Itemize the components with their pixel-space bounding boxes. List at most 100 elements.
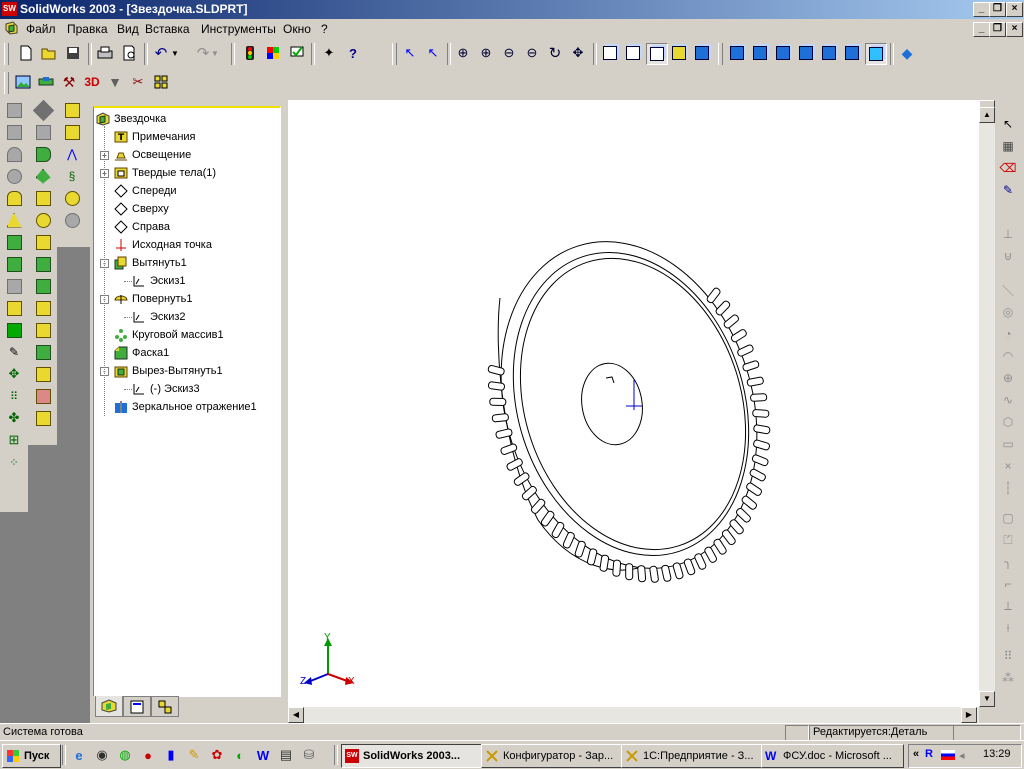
zoom-in-out-icon[interactable]: ⊖: [499, 43, 519, 63]
select-icon[interactable]: ↖: [400, 43, 420, 63]
redo-dropdown-icon[interactable]: ▼: [210, 43, 220, 63]
graphics-viewport[interactable]: Y X Z: [288, 100, 979, 707]
task-solidworks[interactable]: SW SolidWorks 2003...: [341, 744, 482, 768]
task-configurator[interactable]: Конфигуратор - Зар...: [481, 744, 622, 768]
centerpoint-arc-icon[interactable]: ⊕: [998, 368, 1018, 388]
quicklaunch-doc-icon[interactable]: ▤: [276, 745, 296, 765]
eraser-icon[interactable]: ⌫: [998, 158, 1018, 178]
start-button[interactable]: Пуск: [2, 744, 61, 768]
rib-icon[interactable]: [4, 254, 24, 274]
rectangle-icon[interactable]: ◎: [998, 302, 1018, 322]
quicklaunch-drive-icon[interactable]: ⛁: [299, 745, 319, 765]
bottom-view-icon[interactable]: [842, 43, 862, 63]
print-icon[interactable]: [95, 43, 115, 63]
normal-to-icon[interactable]: ◆: [897, 43, 917, 63]
scroll-right-icon[interactable]: ▶: [961, 707, 977, 723]
close-icon[interactable]: ×: [1006, 2, 1023, 17]
grid-icon[interactable]: ▦: [998, 136, 1018, 156]
zoom-fit-icon[interactable]: ⊕: [453, 43, 473, 63]
fold-icon[interactable]: [62, 188, 82, 208]
options-icon[interactable]: [287, 43, 307, 63]
trim-icon[interactable]: ⌐: [998, 574, 1018, 594]
task-word[interactable]: W ФСУ.doc - Microsoft ...: [761, 744, 904, 768]
linear-pattern-icon[interactable]: ⠿: [4, 386, 24, 406]
tree-item[interactable]: T Примечания: [114, 128, 196, 146]
component-pattern-icon[interactable]: [151, 72, 171, 92]
analysis-icon[interactable]: ✂: [128, 72, 148, 92]
toolbox-icon[interactable]: [36, 72, 56, 92]
sketch-feature-icon[interactable]: [4, 100, 24, 120]
doc-restore-icon[interactable]: ❐: [989, 22, 1006, 37]
menu-window[interactable]: Окно: [283, 22, 311, 36]
menu-view[interactable]: Вид: [117, 22, 139, 36]
sheet-metal-icon[interactable]: [62, 122, 82, 142]
dimension-icon[interactable]: ⊥: [998, 224, 1018, 244]
circular-pattern-tb-icon[interactable]: ✤: [4, 408, 24, 428]
linear-sketch-pattern-icon[interactable]: ⠿: [998, 646, 1018, 666]
left-view-icon[interactable]: [773, 43, 793, 63]
minimize-icon[interactable]: _: [973, 2, 990, 17]
rect-icon[interactable]: ▭: [998, 434, 1018, 454]
open-icon[interactable]: [39, 43, 59, 63]
delete-body-icon[interactable]: [33, 386, 53, 406]
sketch-pencil-icon[interactable]: ✎: [998, 180, 1018, 200]
menu-tools[interactable]: Инструменты: [201, 22, 276, 36]
scroll-down-icon[interactable]: ▼: [979, 691, 995, 707]
tree-item[interactable]: Вырез-Вытянуть1: [114, 362, 223, 380]
zoom-area-icon[interactable]: ⊕: [476, 43, 496, 63]
tree-item[interactable]: Сверху: [114, 200, 169, 218]
quicklaunch-red-icon[interactable]: ●: [138, 745, 158, 765]
edit-color-icon[interactable]: [263, 43, 283, 63]
indent-icon[interactable]: [33, 298, 53, 318]
menu-file[interactable]: Файл: [26, 22, 56, 36]
quicklaunch-disk-icon[interactable]: ◉: [92, 745, 112, 765]
scale-icon[interactable]: ✎: [4, 342, 24, 362]
tree-item[interactable]: Вытянуть1: [114, 254, 187, 272]
isometric-view-icon[interactable]: [865, 43, 887, 65]
tree-item[interactable]: Исходная точка: [114, 236, 212, 254]
boss-loft-icon[interactable]: [33, 166, 53, 186]
draft-icon[interactable]: [4, 210, 24, 230]
zoom-selection-icon[interactable]: ⊖: [522, 43, 542, 63]
point-icon[interactable]: ×: [998, 456, 1018, 476]
sketch-mirror-icon[interactable]: ⍿: [998, 618, 1018, 638]
configuration-manager-tab[interactable]: [151, 696, 179, 717]
freeform-icon[interactable]: [33, 408, 53, 428]
quicklaunch-media-icon[interactable]: ◍: [115, 745, 135, 765]
save-icon[interactable]: [63, 43, 83, 63]
tree-item[interactable]: Справа: [114, 218, 170, 236]
shaded-icon[interactable]: [692, 43, 712, 63]
spline-icon[interactable]: ∿: [998, 390, 1018, 410]
boss-extrude-icon[interactable]: [32, 99, 54, 121]
3d-instant-icon[interactable]: 3D: [82, 72, 102, 92]
tree-item[interactable]: (-) Эскиз3: [132, 380, 200, 398]
tree-item[interactable]: Зеркальное отражение1: [114, 398, 257, 416]
task-1c[interactable]: 1С:Предприятие - З...: [621, 744, 762, 768]
quicklaunch-word-icon[interactable]: W: [253, 745, 273, 765]
wireframe-icon[interactable]: [600, 43, 620, 63]
front-view-icon[interactable]: [727, 43, 747, 63]
curve-pattern-icon[interactable]: ⁘: [4, 452, 24, 472]
rebuild-icon[interactable]: [240, 43, 260, 63]
quicklaunch-book-icon[interactable]: ▮: [161, 745, 181, 765]
back-view-icon[interactable]: [750, 43, 770, 63]
centerline-icon[interactable]: ┆: [998, 478, 1018, 498]
routing-icon[interactable]: ⚒: [59, 72, 79, 92]
rotate-view-icon[interactable]: ↻: [545, 43, 565, 63]
quicklaunch-pen-icon[interactable]: ✎: [184, 745, 204, 765]
property-manager-tab[interactable]: [123, 696, 151, 717]
cut-icon[interactable]: [4, 320, 24, 340]
print-preview-icon[interactable]: [119, 43, 139, 63]
deform-icon[interactable]: [33, 276, 53, 296]
quicklaunch-globe-icon[interactable]: ◐: [230, 745, 250, 765]
photo-icon[interactable]: [13, 72, 33, 92]
speaker-icon[interactable]: ◂: [959, 749, 971, 762]
select-filter-icon[interactable]: ↖: [423, 43, 443, 63]
quicklaunch-tools-icon[interactable]: ✿: [207, 745, 227, 765]
polygon-icon[interactable]: ⬡: [998, 412, 1018, 432]
mirror-tb-icon[interactable]: ⊞: [4, 430, 24, 450]
tree-item[interactable]: Твердые тела(1): [114, 164, 216, 182]
shell-icon[interactable]: [4, 232, 24, 252]
pan-icon[interactable]: ✥: [568, 43, 588, 63]
fillet-icon[interactable]: [4, 188, 24, 208]
